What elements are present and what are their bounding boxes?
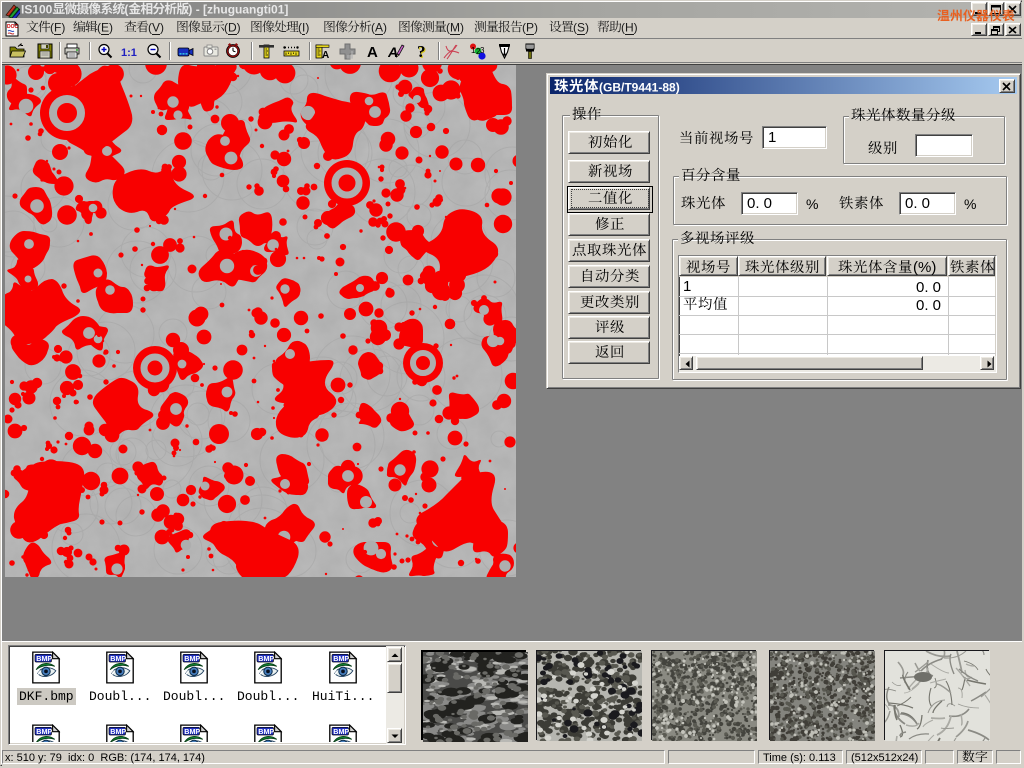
svg-text:A: A (322, 50, 329, 60)
svg-text:(V): (V) (148, 20, 164, 34)
svg-text:(%): (%) (913, 259, 936, 276)
svg-text:A: A (367, 44, 378, 61)
svg-text:(I): (I) (298, 20, 309, 34)
svg-text:(M): (M) (446, 20, 464, 34)
svg-text:%: % (806, 196, 818, 212)
svg-text:(F): (F) (50, 20, 65, 34)
svg-text:%: % (964, 196, 976, 212)
svg-text:) - [zhuguangti01]: ) - [zhuguangti01] (188, 2, 288, 16)
svg-text:1: 1 (683, 278, 691, 295)
svg-text:0. 0: 0. 0 (916, 279, 941, 296)
svg-text:(: ( (124, 2, 128, 16)
svg-text:0. 0: 0. 0 (747, 195, 772, 212)
svg-text:1: 1 (768, 129, 776, 146)
svg-text:A: A (388, 44, 398, 60)
svg-text:(E): (E) (97, 20, 113, 34)
svg-text:IS100: IS100 (21, 2, 53, 16)
svg-text:1:1: 1:1 (121, 47, 137, 59)
svg-text:(A): (A) (371, 20, 387, 34)
svg-text:(H): (H) (621, 20, 638, 34)
svg-text:(S): (S) (573, 20, 589, 34)
svg-text:0. 0: 0. 0 (916, 297, 941, 314)
svg-text:?: ? (417, 43, 426, 61)
svg-text:DOC: DOC (7, 24, 19, 30)
svg-text:(P): (P) (522, 20, 538, 34)
svg-text:(GB/T9441-88): (GB/T9441-88) (599, 80, 680, 94)
svg-text:0. 0: 0. 0 (905, 195, 930, 212)
svg-text:3: 3 (480, 46, 485, 55)
svg-text:(D): (D) (224, 20, 241, 34)
